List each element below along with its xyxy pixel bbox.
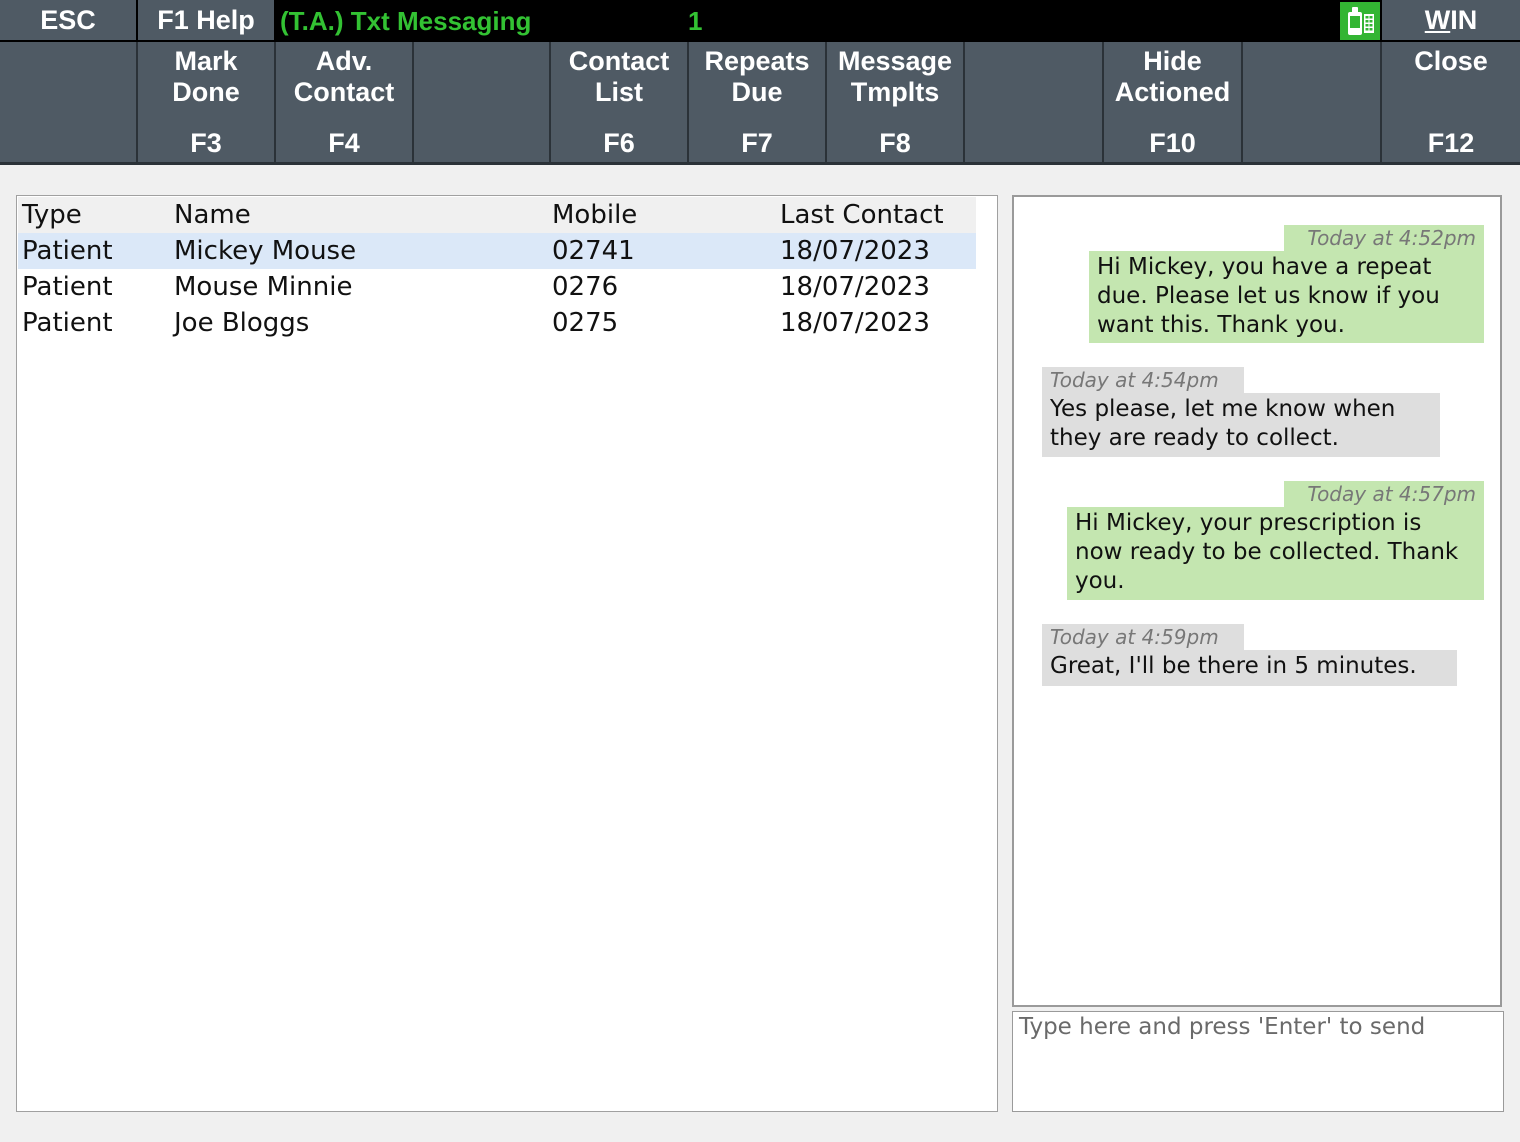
- esc-label: ESC: [40, 4, 96, 35]
- fkey-blank-4: [1243, 42, 1382, 162]
- message-timestamp: Today at 4:57pm: [1284, 481, 1484, 507]
- cell-mobile: 0276: [552, 272, 619, 302]
- message-line: they are ready to collect.: [1050, 425, 1339, 451]
- cell-type: Patient: [22, 272, 113, 302]
- fkey-key: F3: [190, 128, 222, 158]
- message-timestamp: Today at 4:54pm: [1042, 367, 1244, 393]
- cell-name: Mickey Mouse: [174, 236, 357, 266]
- cell-name: Joe Bloggs: [174, 308, 310, 338]
- message-timestamp: Today at 4:52pm: [1284, 225, 1484, 251]
- contact-list-panel[interactable]: Type Name Mobile Last Contact Patient Mi…: [16, 195, 998, 1112]
- fkey-label: Mark Done: [172, 46, 240, 107]
- cell-last-contact: 18/07/2023: [780, 236, 930, 266]
- column-header-last-contact[interactable]: Last Contact: [780, 197, 944, 233]
- fkey-label: Hide Actioned: [1114, 46, 1231, 107]
- cell-name: Mouse Minnie: [174, 272, 353, 302]
- win-button[interactable]: W IN: [1382, 0, 1520, 40]
- table-row[interactable]: Patient Mickey Mouse 02741 18/07/2023: [18, 233, 976, 269]
- fkey-label: Message Tmplts: [837, 46, 953, 107]
- fkey-blank-1: [0, 42, 138, 162]
- win-label-rest: IN: [1450, 4, 1478, 35]
- cell-type: Patient: [22, 308, 113, 338]
- table-row[interactable]: Patient Joe Bloggs 0275 18/07/2023: [18, 305, 976, 341]
- cell-mobile: 0275: [552, 308, 619, 338]
- compose-message-input[interactable]: [1012, 1011, 1504, 1112]
- help-button[interactable]: F1 Help: [138, 0, 274, 40]
- message-bubble-outgoing: Hi Mickey, your prescription is now read…: [1067, 507, 1484, 600]
- list-header: Type Name Mobile Last Contact: [18, 197, 976, 233]
- message-count: 1: [688, 5, 703, 36]
- fkey-blank-2: [414, 42, 551, 162]
- fkey-label: Adv. Contact: [293, 46, 395, 107]
- column-header-mobile[interactable]: Mobile: [552, 197, 637, 233]
- message-bubble-outgoing: Hi Mickey, you have a repeat due. Please…: [1089, 251, 1484, 343]
- column-header-name[interactable]: Name: [174, 197, 251, 233]
- hide-actioned-button[interactable]: Hide Actioned F10: [1104, 42, 1243, 162]
- esc-button[interactable]: ESC: [0, 0, 136, 40]
- title-bar: ESC F1 Help (T.A.) Txt Messaging 1 W IN: [0, 0, 1520, 42]
- fkey-label: Repeats Due: [704, 46, 810, 107]
- close-button[interactable]: Close F12: [1382, 42, 1520, 162]
- fkey-key: F6: [603, 128, 635, 158]
- cell-type: Patient: [22, 236, 113, 266]
- fkey-blank-3: [965, 42, 1104, 162]
- adv-contact-button[interactable]: Adv. Contact F4: [276, 42, 414, 162]
- message-line: Hi Mickey, your prescription is: [1075, 510, 1422, 536]
- fkey-key: F7: [741, 128, 773, 158]
- sms-phone-icon[interactable]: [1340, 2, 1380, 40]
- cell-last-contact: 18/07/2023: [780, 272, 930, 302]
- mark-done-button[interactable]: Mark Done F3: [138, 42, 276, 162]
- repeats-due-button[interactable]: Repeats Due F7: [689, 42, 827, 162]
- fkey-key: F4: [328, 128, 360, 158]
- message-line: want this. Thank you.: [1097, 312, 1345, 338]
- cell-last-contact: 18/07/2023: [780, 308, 930, 338]
- cell-mobile: 02741: [552, 236, 635, 266]
- window-title: (T.A.) Txt Messaging: [280, 5, 532, 36]
- message-line: Great, I'll be there in 5 minutes.: [1050, 653, 1417, 679]
- fkey-label: Contact List: [568, 46, 670, 107]
- message-bubble-incoming: Great, I'll be there in 5 minutes.: [1042, 650, 1457, 686]
- function-key-bar: Mark Done F3 Adv. Contact F4 Contact List F…: [0, 42, 1520, 165]
- message-line: now ready to be collected. Thank: [1075, 539, 1459, 565]
- fkey-key: F12: [1427, 128, 1475, 158]
- message-templates-button[interactable]: Message Tmplts F8: [827, 42, 965, 162]
- column-header-type[interactable]: Type: [22, 197, 82, 233]
- message-line: due. Please let us know if you: [1097, 283, 1440, 309]
- fkey-key: F10: [1149, 128, 1196, 158]
- win-hotkey-letter: W: [1424, 4, 1451, 35]
- message-line: Yes please, let me know when: [1050, 396, 1396, 422]
- message-bubble-incoming: Yes please, let me know when they are re…: [1042, 393, 1440, 457]
- fkey-label: Close: [1414, 46, 1488, 76]
- message-line: you.: [1075, 568, 1125, 594]
- message-timestamp: Today at 4:59pm: [1042, 624, 1244, 650]
- title-area: (T.A.) Txt Messaging 1: [276, 0, 1338, 42]
- help-label: F1 Help: [157, 4, 255, 35]
- contact-list-button[interactable]: Contact List F6: [551, 42, 689, 162]
- message-thread[interactable]: Today at 4:52pm Hi Mickey, you have a re…: [1012, 195, 1502, 1007]
- table-row[interactable]: Patient Mouse Minnie 0276 18/07/2023: [18, 269, 976, 305]
- fkey-key: F8: [879, 128, 911, 158]
- message-line: Hi Mickey, you have a repeat: [1097, 254, 1432, 280]
